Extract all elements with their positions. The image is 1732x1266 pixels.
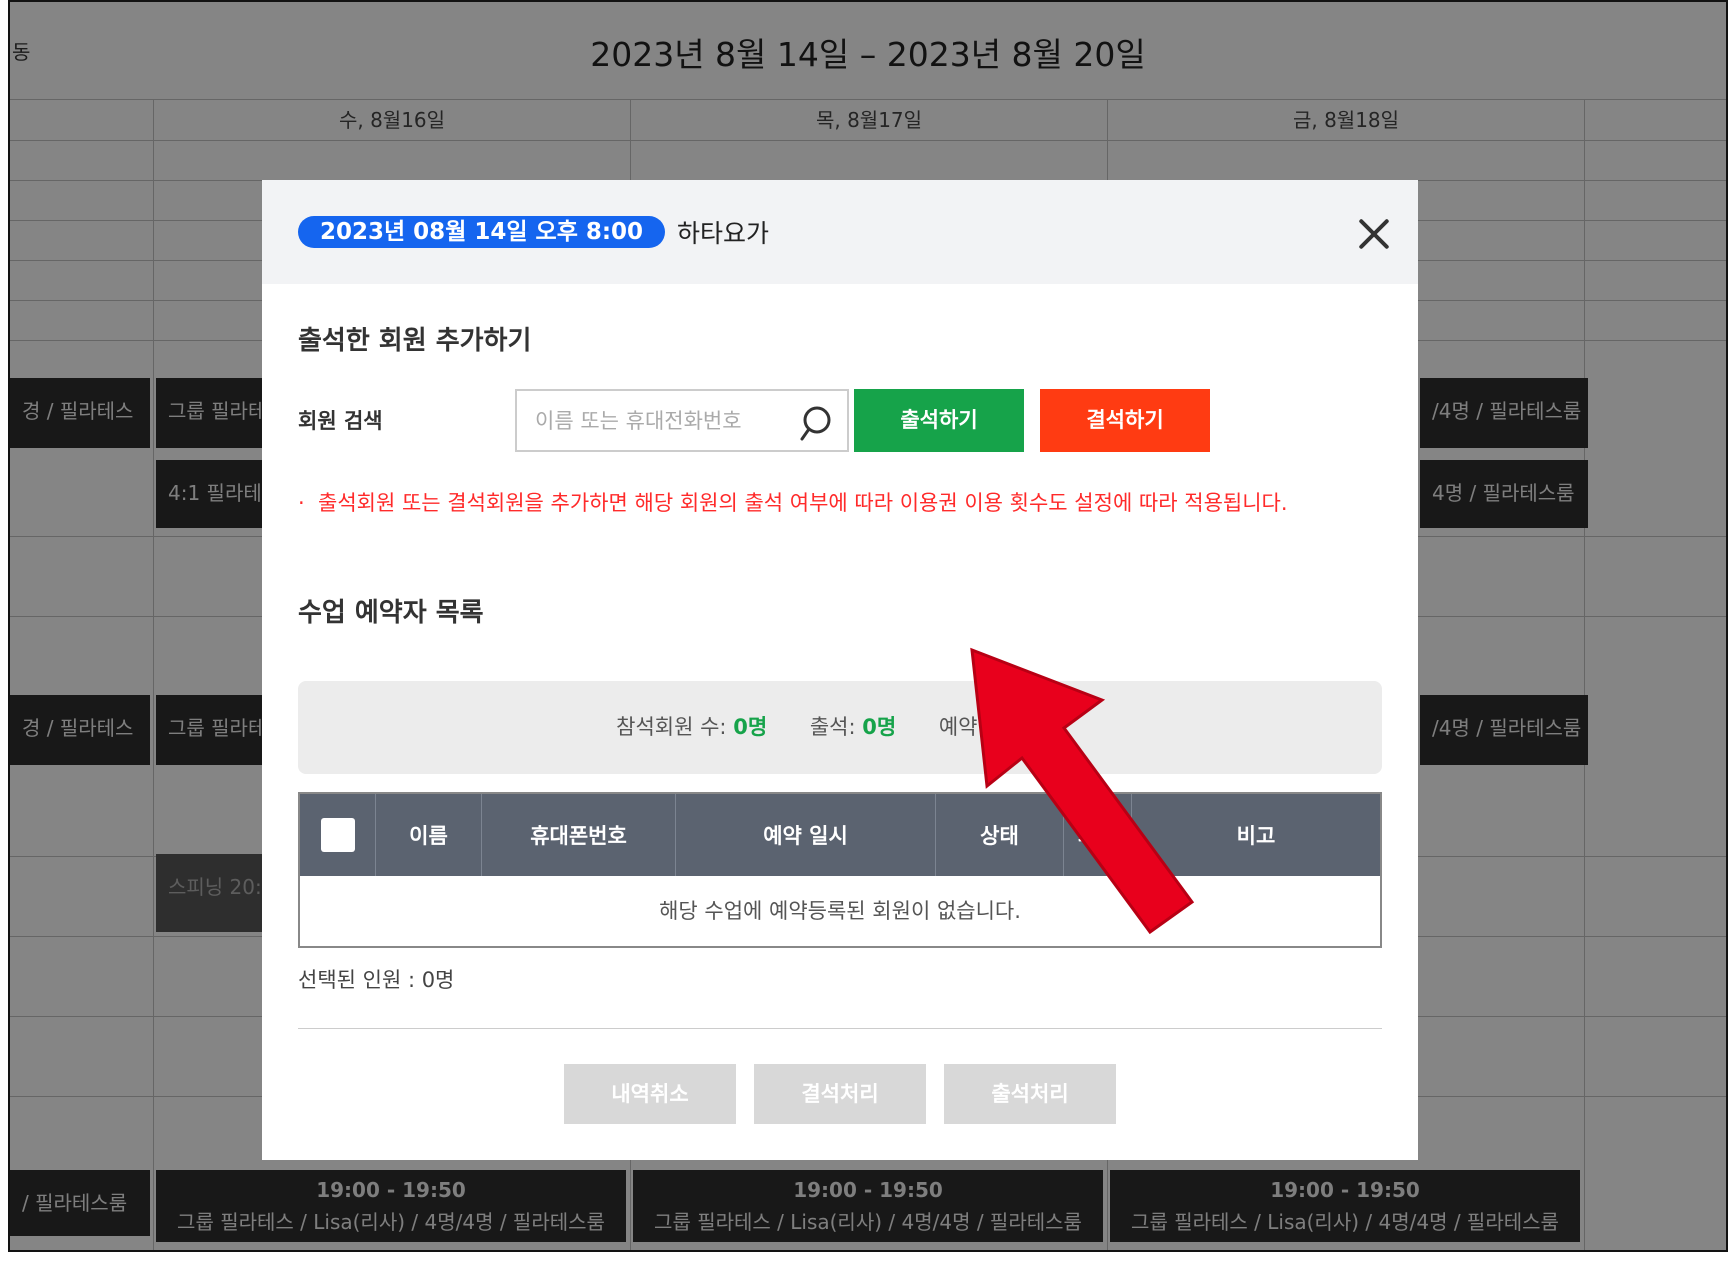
add-attendee-title: 출석한 회원 추가하기 — [298, 326, 532, 356]
member-search-input[interactable] — [535, 403, 795, 439]
search-icon[interactable] — [799, 405, 833, 443]
column-header-phone[interactable]: 휴대폰번호 — [482, 794, 676, 876]
notice-message: 출석회원 또는 결석회원을 추가하면 해당 회원의 출석 여부에 따라 이용권 … — [318, 491, 1288, 515]
table-header: 이름 휴대폰번호 예약 일시 상태 좌석 비고 — [300, 794, 1380, 876]
attended-count-label: 출석: — [809, 715, 856, 739]
no-show-count-label: 예약결석: — [938, 715, 1024, 739]
attend-button[interactable]: 출석하기 — [854, 389, 1024, 452]
attendee-count-label: 참석회원 수: — [616, 715, 727, 739]
column-header-name[interactable]: 이름 — [376, 794, 482, 876]
attendance-summary: 참석회원 수: 0명 출석: 0명 예약결석: 0명 — [298, 681, 1382, 774]
mark-absent-button[interactable]: 결석처리 — [754, 1064, 926, 1124]
reservation-table: 이름 휴대폰번호 예약 일시 상태 좌석 비고 해당 수업에 예약등록된 회원이… — [298, 792, 1382, 948]
column-header-reserved-at[interactable]: 예약 일시 — [676, 794, 936, 876]
select-all-cell — [300, 794, 376, 876]
no-show-count-value: 0명 — [1029, 715, 1064, 739]
attended-count-value: 0명 — [862, 715, 897, 739]
absent-button[interactable]: 결석하기 — [1040, 389, 1210, 452]
mark-attended-button[interactable]: 출석처리 — [944, 1064, 1116, 1124]
table-empty-message: 해당 수업에 예약등록된 회원이 없습니다. — [300, 876, 1380, 946]
attended-count: 출석: 0명 — [810, 715, 896, 739]
no-show-count: 예약결석: 0명 — [939, 715, 1064, 739]
close-icon[interactable] — [1352, 212, 1396, 256]
member-search-box[interactable] — [515, 389, 849, 452]
column-header-seat[interactable]: 좌석 — [1064, 794, 1132, 876]
cancel-history-button[interactable]: 내역취소 — [564, 1064, 736, 1124]
reservation-list-title: 수업 예약자 목록 — [298, 598, 484, 628]
footer-divider — [298, 1028, 1382, 1029]
member-search-label: 회원 검색 — [298, 409, 383, 433]
summary-row: 참석회원 수: 0명 출석: 0명 예약결석: 0명 — [298, 711, 1382, 741]
notice-bullet: · — [298, 491, 305, 515]
attendance-modal: 2023년 08월 14일 오후 8:00 하타요가 출석한 회원 추가하기 회… — [262, 180, 1418, 1160]
column-header-status[interactable]: 상태 — [936, 794, 1064, 876]
modal-header: 2023년 08월 14일 오후 8:00 하타요가 — [262, 180, 1418, 284]
column-header-note[interactable]: 비고 — [1132, 794, 1380, 876]
class-datetime-badge: 2023년 08월 14일 오후 8:00 — [298, 216, 666, 248]
class-name: 하타요가 — [677, 219, 770, 248]
notice-text: · 출석회원 또는 결석회원을 추가하면 해당 회원의 출석 여부에 따라 이용… — [298, 486, 1388, 520]
select-all-checkbox[interactable] — [320, 818, 355, 852]
attendee-count-value: 0명 — [733, 715, 768, 739]
selected-count: 선택된 인원 : 0명 — [298, 968, 455, 992]
attendee-count: 참석회원 수: 0명 — [616, 715, 767, 739]
